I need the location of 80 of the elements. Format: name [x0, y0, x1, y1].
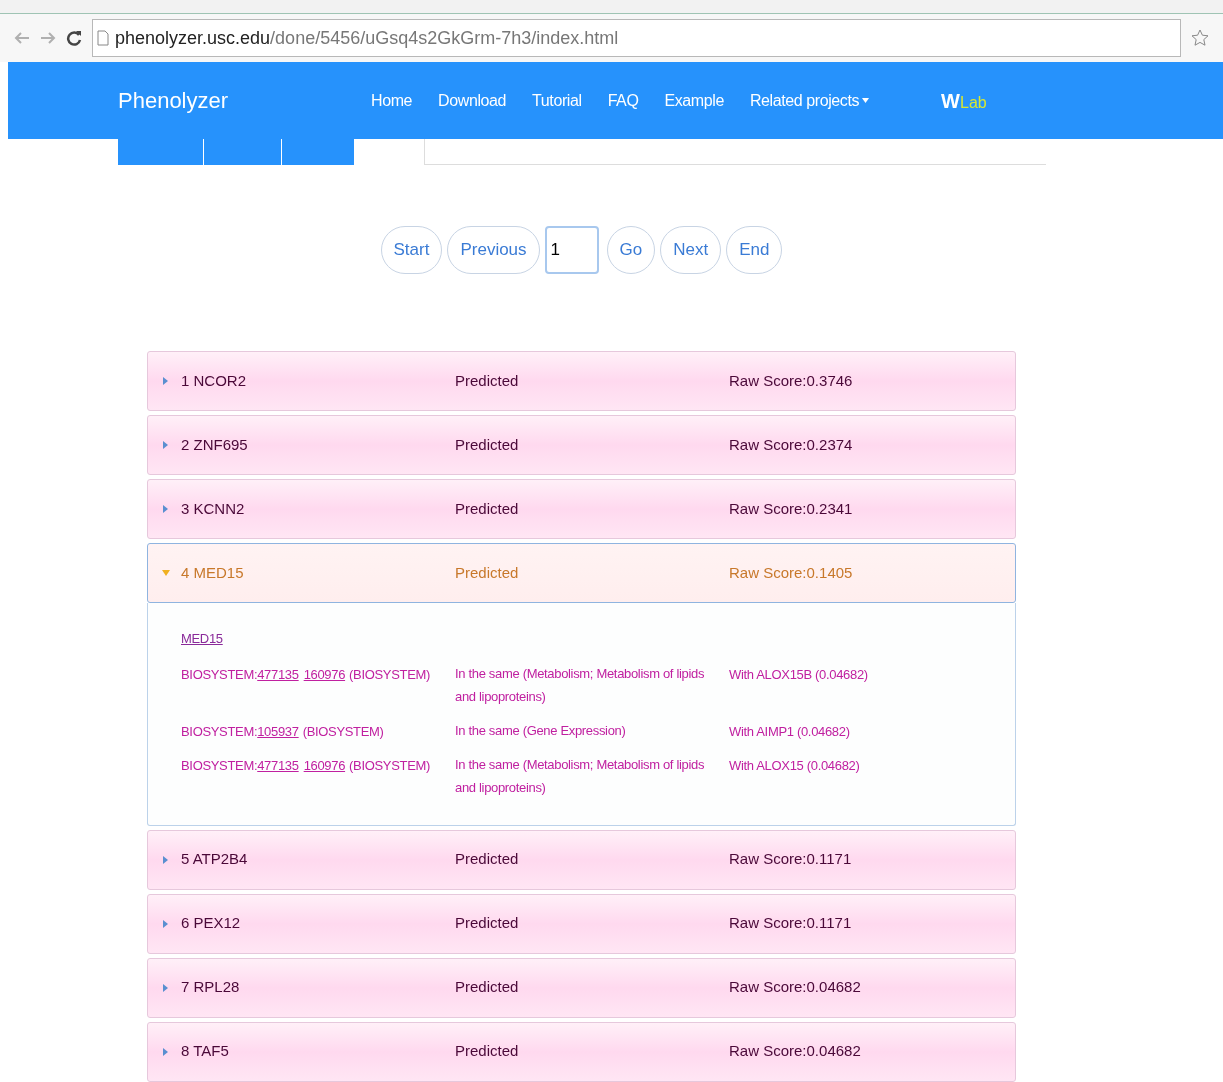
nav-link[interactable]: Tutorial [532, 88, 582, 113]
pagination-button[interactable]: Next [660, 226, 722, 274]
caret-right-icon [163, 441, 168, 449]
gene-score: Raw Score:0.2374 [729, 434, 853, 455]
page-icon [97, 30, 109, 46]
caret-right-icon [163, 377, 168, 385]
nav-link[interactable]: Example [664, 88, 724, 113]
interaction-text: With ALOX15 (0.04682) [729, 756, 860, 775]
nav-link[interactable]: Download [438, 88, 507, 113]
reload-icon[interactable] [66, 30, 82, 46]
gene-row-header[interactable]: 6 PEX12 Predicted Raw Score:0.1171 [147, 893, 1016, 954]
gene-score: Raw Score:0.04682 [729, 977, 861, 998]
biosystem-prefix: BIOSYSTEM: [181, 722, 258, 741]
url-text: phenolyzer.usc.edu/done/5456/uGsq4s2GkGrm-7h3/index.html [115, 26, 619, 50]
gene-status: Predicted [455, 1041, 520, 1062]
caret-down-icon [161, 570, 170, 576]
biosystem-suffix: (BIOSYSTEM) [349, 756, 431, 775]
gene-score: Raw Score:0.1171 [729, 849, 852, 870]
nav-link[interactable]: Home [371, 88, 413, 113]
pathway-relation: In the same (Gene Expression) [455, 721, 627, 740]
gene-status: Predicted [455, 562, 520, 583]
address-bar[interactable]: phenolyzer.usc.edu/done/5456/uGsq4s2GkGrm-7h3/index.html [92, 19, 1181, 57]
gene-score: Raw Score:0.1171 [729, 913, 852, 934]
biosystem-prefix: BIOSYSTEM: [181, 665, 258, 684]
pagination-button[interactable]: Start [380, 226, 443, 274]
gene-status: Predicted [455, 913, 520, 934]
gene-label: 3 KCNN2 [181, 498, 246, 519]
biosystem-suffix: (BIOSYSTEM) [349, 665, 431, 684]
nav-link[interactable]: Related projects [749, 88, 870, 113]
gene-status: Predicted [455, 498, 520, 519]
lab-logo[interactable]: WLab [941, 85, 987, 116]
forward-icon[interactable] [40, 32, 56, 44]
gene-label: 6 PEX12 [181, 913, 242, 934]
gene-score: Raw Score:0.2341 [729, 498, 853, 519]
gene-status: Predicted [455, 370, 520, 391]
pathway-relation: In the same (Metabolism; Metabolism of lipids and lipoproteins) [455, 755, 706, 797]
biosystem-prefix: BIOSYSTEM: [181, 756, 258, 775]
gene-status: Predicted [455, 434, 520, 455]
gene-label: 7 RPL28 [181, 977, 241, 998]
nav-link[interactable]: FAQ [607, 88, 639, 113]
caret-right-icon [163, 1047, 168, 1056]
gene-label: 4 MED15 [181, 562, 245, 583]
caret-right-icon [163, 983, 168, 992]
gene-link[interactable]: MED15 [181, 629, 223, 649]
gene-status: Predicted [455, 977, 520, 998]
gene-label: 2 ZNF695 [181, 434, 249, 455]
gene-row-header[interactable]: 7 RPL28 Predicted Raw Score:0.04682 [147, 957, 1016, 1018]
gene-score: Raw Score:0.1405 [729, 562, 853, 583]
gene-score: Raw Score:0.3746 [729, 370, 853, 391]
caret-down-icon [862, 98, 870, 103]
interaction-text: With ALOX15B (0.04682) [729, 665, 868, 684]
biosystem-suffix: (BIOSYSTEM) [302, 722, 384, 741]
biosystem-link[interactable]: 105937 [257, 721, 299, 742]
caret-right-icon [163, 505, 168, 513]
gene-label: 1 NCOR2 [181, 370, 248, 391]
brand-name[interactable]: Phenolyzer [118, 84, 371, 117]
gene-row-header[interactable]: 5 ATP2B4 Predicted Raw Score:0.1171 [147, 829, 1016, 890]
star-icon[interactable] [1191, 29, 1209, 47]
caret-right-icon [163, 855, 168, 864]
caret-right-icon [163, 919, 168, 928]
gene-row-header[interactable]: 4 MED15 Predicted Raw Score:0.1405 [147, 543, 1016, 603]
pagination-button[interactable]: End [726, 226, 783, 274]
pagination-button[interactable]: Go [606, 226, 656, 274]
gene-row-header[interactable]: 8 TAF5 Predicted Raw Score:0.04682 [147, 1021, 1016, 1082]
pathway-relation: In the same (Metabolism; Metabolism of lipids and lipoproteins) [455, 664, 706, 706]
biosystem-link[interactable]: 477135 [257, 755, 299, 799]
biosystem-link[interactable]: 477135 [257, 664, 299, 708]
gene-status: Predicted [455, 849, 520, 870]
pagination-button[interactable]: Previous [447, 226, 540, 274]
back-icon[interactable] [14, 32, 30, 44]
gene-label: 5 ATP2B4 [181, 849, 249, 870]
gene-label: 8 TAF5 [181, 1041, 230, 1062]
gene-row-header[interactable]: 3 KCNN2 Predicted Raw Score:0.2341 [147, 479, 1016, 539]
interaction-text: With AIMP1 (0.04682) [729, 722, 850, 741]
gene-row-header[interactable]: 2 ZNF695 Predicted Raw Score:0.2374 [147, 415, 1016, 475]
gene-score: Raw Score:0.04682 [729, 1041, 861, 1062]
biosystem-link[interactable]: 160976 [303, 664, 346, 708]
gene-row-header[interactable]: 1 NCOR2 Predicted Raw Score:0.3746 [147, 351, 1016, 411]
page-number-field[interactable]: 1 [544, 226, 599, 274]
biosystem-link[interactable]: 160976 [303, 755, 346, 799]
